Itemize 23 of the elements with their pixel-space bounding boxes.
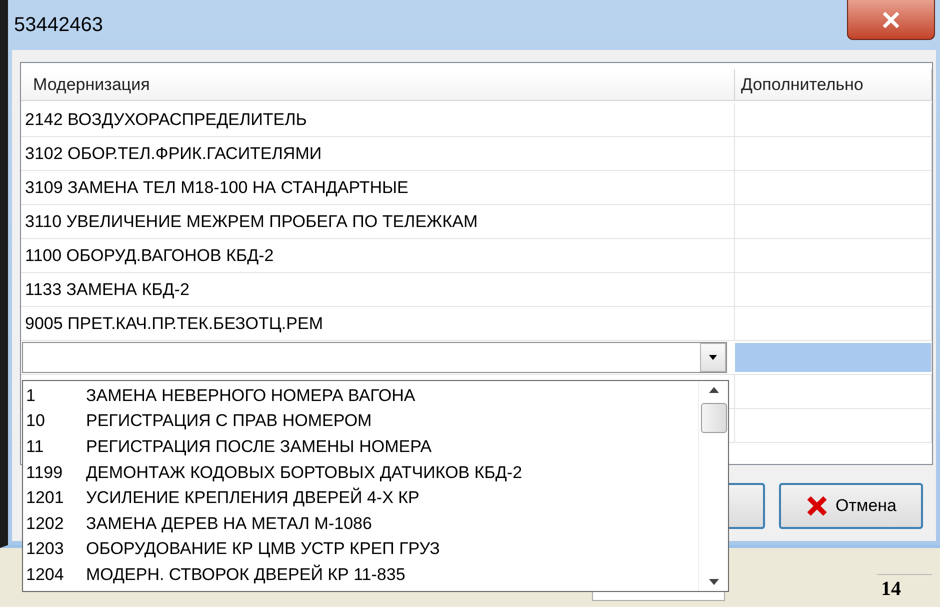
window-title: 53442463 [14,14,103,37]
list-item[interactable]: 1204 МОДЕРН. СТВОРОК ДВЕРЕЙ КР 11-835 [26,562,698,588]
close-button[interactable] [847,0,935,40]
list-item[interactable]: 1203 ОБОРУДОВАНИЕ КР ЦМВ УСТР КРЕП ГРУЗ [26,536,698,562]
scroll-down-icon [708,579,718,585]
list-item[interactable]: 1201 УСИЛЕНИЕ КРЕПЛЕНИЯ ДВЕРЕЙ 4-Х КР [26,485,698,511]
list-item[interactable]: 1 ЗАМЕНА НЕВЕРНОГО НОМЕРА ВАГОНА [26,383,698,409]
list-item[interactable]: 1199 ДЕМОНТАЖ КОДОВЫХ БОРТОВЫХ ДАТЧИКОВ КБД-2 [26,460,698,486]
scroll-thumb[interactable] [700,403,726,433]
list-item[interactable]: 11 РЕГИСТРАЦИЯ ПОСЛЕ ЗАМЕНЫ НОМЕРА [26,434,698,460]
table-cell: 14 [877,574,932,601]
scrollbar[interactable] [698,381,728,591]
combo-field[interactable] [22,342,727,373]
dropdown-button[interactable] [700,343,726,372]
close-icon [882,12,900,28]
cancel-button[interactable]: Отмена [779,483,923,529]
caret-icon [709,355,717,360]
scroll-up-icon [708,387,718,393]
cross-icon [806,496,828,516]
list-item[interactable]: 10 РЕГИСТРАЦИЯ С ПРАВ НОМЕРОМ [26,408,698,434]
list-item[interactable]: 1202 ЗАМЕНА ДЕРЕВ НА МЕТАЛ М-1086 [26,510,698,537]
column-header[interactable]: Модернизация [21,69,735,100]
column-header[interactable]: Дополнительно [735,69,932,100]
